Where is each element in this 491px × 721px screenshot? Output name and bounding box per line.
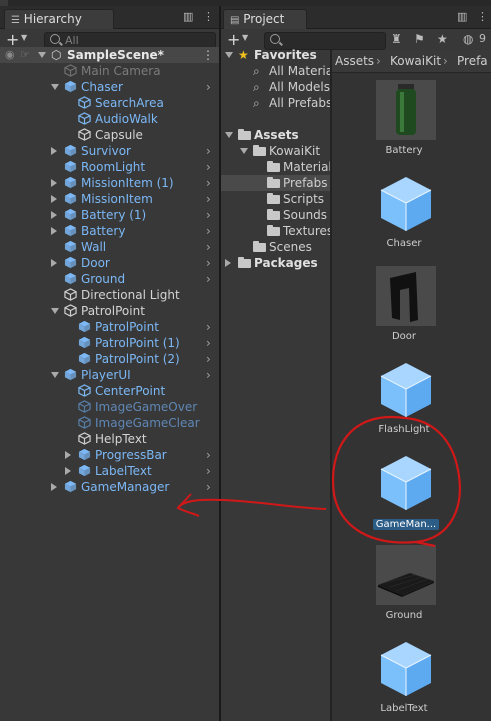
red-annotation-overlay	[176, 415, 461, 548]
annotation-circle-tail	[415, 540, 436, 548]
annotation-arrow	[176, 498, 327, 517]
annotation-circle	[332, 415, 461, 544]
